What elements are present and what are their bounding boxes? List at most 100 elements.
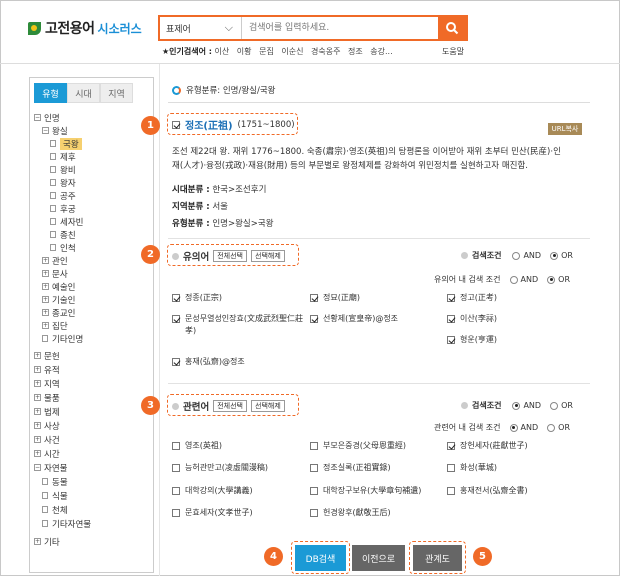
and-radio[interactable] <box>512 251 521 260</box>
tree-node[interactable]: + 사상 <box>34 419 60 432</box>
expand-icon[interactable]: + <box>34 408 41 415</box>
popular-item[interactable]: 이순신 <box>281 47 303 56</box>
popular-item[interactable]: 송강... <box>370 47 392 56</box>
entry-checkbox[interactable] <box>172 120 180 129</box>
synonym-option[interactable]: 정고(正考) <box>447 292 497 304</box>
related-option[interactable]: 능허관만고(凌虛關漫稿) <box>172 462 268 474</box>
synonyms-select-all-button[interactable]: 전체선택 <box>213 250 247 262</box>
tree-node[interactable]: + 사건 <box>34 433 60 446</box>
tree-node[interactable]: − 인명 <box>34 111 60 124</box>
synonyms-deselect-button[interactable]: 선택해제 <box>251 250 285 262</box>
related-checkbox[interactable] <box>172 509 180 517</box>
tree-node[interactable]: 후궁 <box>50 202 76 215</box>
related-select-all-button[interactable]: 전체선택 <box>213 400 247 412</box>
tree-node[interactable]: + 문사 <box>42 267 68 280</box>
tree-node[interactable]: + 물품 <box>34 391 60 404</box>
tree-node[interactable]: + 문헌 <box>34 349 60 362</box>
synonym-checkbox[interactable] <box>447 315 455 323</box>
back-button[interactable]: 이전으로 <box>352 545 405 571</box>
search-type-select[interactable]: 표제어 ⌵ <box>160 17 242 39</box>
expand-icon[interactable]: + <box>34 352 41 359</box>
synonym-checkbox[interactable] <box>447 294 455 302</box>
related-checkbox[interactable] <box>172 442 180 450</box>
tab-type[interactable]: 유형 <box>34 83 67 103</box>
expand-icon[interactable]: + <box>34 380 41 387</box>
url-copy-button[interactable]: URL복사 <box>548 123 582 135</box>
related-option[interactable]: 문효세자(文孝世子) <box>172 507 253 519</box>
expand-icon[interactable]: + <box>34 394 41 401</box>
related-checkbox[interactable] <box>310 442 318 450</box>
search-button[interactable] <box>438 17 466 39</box>
tree-node[interactable]: + 관인 <box>42 254 68 267</box>
expand-icon[interactable]: + <box>34 422 41 429</box>
related-option[interactable]: 대학강의(大學講義) <box>172 485 253 497</box>
related-option[interactable]: 헌경왕후(獻敬王后) <box>310 507 391 519</box>
synonym-checkbox[interactable] <box>310 315 318 323</box>
or-radio[interactable] <box>550 251 559 260</box>
related-checkbox[interactable] <box>172 464 180 472</box>
expand-icon[interactable]: + <box>34 538 41 545</box>
popular-item[interactable]: 경숙옹주 <box>311 47 340 56</box>
tree-node[interactable]: 왕비 <box>50 163 76 176</box>
search-input[interactable] <box>242 17 438 39</box>
related-option[interactable]: 장헌세자(莊獻世子) <box>447 440 528 452</box>
tree-node[interactable]: 종친 <box>50 228 76 241</box>
popular-item[interactable]: 이황 <box>237 47 252 56</box>
tree-node[interactable]: 기타인명 <box>42 332 83 345</box>
synonym-option[interactable]: 정종(正宗) <box>172 292 222 304</box>
expand-icon[interactable]: + <box>34 436 41 443</box>
tree-node-selected[interactable]: 국왕 <box>50 137 82 150</box>
tree-node[interactable]: + 법제 <box>34 405 60 418</box>
collapse-icon[interactable]: − <box>34 464 41 471</box>
related-option[interactable]: 정조실록(正祖實錄) <box>310 462 391 474</box>
and-radio[interactable] <box>509 423 518 432</box>
related-checkbox[interactable] <box>310 509 318 517</box>
tree-node[interactable]: 동물 <box>42 475 68 488</box>
tree-node[interactable]: + 기술인 <box>42 293 75 306</box>
tree-node[interactable]: + 지역 <box>34 377 60 390</box>
synonym-option[interactable]: 문성무열성인장효(文成武烈聖仁莊孝) <box>172 313 304 337</box>
or-radio[interactable] <box>547 275 556 284</box>
synonym-checkbox[interactable] <box>172 358 180 366</box>
synonym-checkbox[interactable] <box>310 294 318 302</box>
tree-node[interactable]: 왕자 <box>50 176 76 189</box>
expand-icon[interactable]: + <box>42 283 49 290</box>
synonym-checkbox[interactable] <box>447 336 455 344</box>
tab-era[interactable]: 시대 <box>67 83 100 103</box>
related-option[interactable]: 대학장구보유(大學章句補遺) <box>310 485 421 497</box>
tree-node[interactable]: + 유적 <box>34 363 60 376</box>
synonym-option[interactable]: 홍재(弘齋)@정조 <box>172 356 245 368</box>
db-search-button[interactable]: DB검색 <box>295 545 346 571</box>
tree-node[interactable]: + 기타 <box>34 535 60 548</box>
tree-node[interactable]: 기타자연물 <box>42 517 91 530</box>
related-checkbox[interactable] <box>172 487 180 495</box>
related-checkbox[interactable] <box>310 464 318 472</box>
popular-item[interactable]: 정조 <box>348 47 363 56</box>
related-option[interactable]: 화성(華城) <box>447 462 497 474</box>
or-radio[interactable] <box>547 423 556 432</box>
related-checkbox[interactable] <box>447 487 455 495</box>
and-radio[interactable] <box>512 401 521 410</box>
related-checkbox[interactable] <box>310 487 318 495</box>
related-deselect-button[interactable]: 선택해제 <box>251 400 285 412</box>
tree-node[interactable]: − 왕실 <box>42 124 68 137</box>
synonym-option[interactable]: 선황제(宣皇帝)@정조 <box>310 313 398 325</box>
and-radio[interactable] <box>509 275 518 284</box>
synonym-checkbox[interactable] <box>172 315 180 323</box>
popular-item[interactable]: 문집 <box>259 47 274 56</box>
expand-icon[interactable]: + <box>42 322 49 329</box>
expand-icon[interactable]: + <box>42 309 49 316</box>
tree-node[interactable]: + 예술인 <box>42 280 75 293</box>
tree-node[interactable]: − 자연물 <box>34 461 67 474</box>
tree-node[interactable]: + 집단 <box>42 319 68 332</box>
expand-icon[interactable]: + <box>42 257 49 264</box>
related-option[interactable]: 홍재전서(弘齋全書) <box>447 485 528 497</box>
tree-node[interactable]: 인척 <box>50 241 76 254</box>
related-checkbox[interactable] <box>447 442 455 450</box>
synonym-option[interactable]: 정묘(正廟) <box>310 292 360 304</box>
site-logo[interactable]: 고전용어 시소러스 <box>28 18 142 38</box>
popular-item[interactable]: 이산 <box>215 47 230 56</box>
tree-node[interactable]: + 종교인 <box>42 306 75 319</box>
synonym-option[interactable]: 형운(亨運) <box>447 334 497 346</box>
related-option[interactable]: 영조(英祖) <box>172 440 222 452</box>
